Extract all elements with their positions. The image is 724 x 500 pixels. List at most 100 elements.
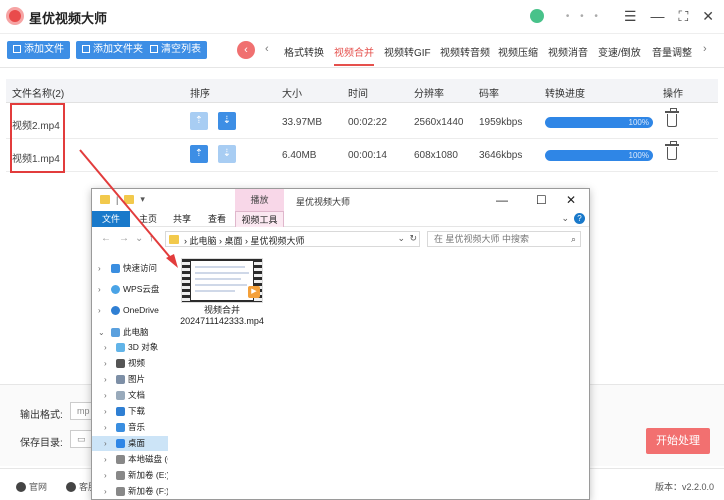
nav-item-onedrive[interactable]: › OneDrive bbox=[92, 303, 168, 318]
nav-item-pictures[interactable]: › 图片 bbox=[92, 372, 168, 387]
row-duration: 00:00:14 bbox=[348, 150, 387, 161]
feature-scroll-left-icon[interactable]: ‹ bbox=[265, 43, 269, 55]
header-dots-icon: • • • bbox=[565, 10, 602, 22]
move-up-button[interactable]: ⇡ bbox=[190, 112, 208, 130]
header-duration: 时间 bbox=[348, 89, 368, 100]
refresh-icon[interactable]: ↻ bbox=[409, 233, 417, 244]
nav-item-quick-access[interactable]: › 快速访问 bbox=[92, 261, 168, 276]
tab-video-mute[interactable]: 视频消音 bbox=[548, 44, 588, 59]
explorer-ribbon: 文件 主页 共享 查看 视频工具 ⌄ ? bbox=[92, 211, 589, 227]
tab-format-convert[interactable]: 格式转换 bbox=[284, 44, 324, 59]
menu-icon[interactable]: ☰ bbox=[624, 8, 637, 25]
feature-scroll-right-icon[interactable]: › bbox=[703, 43, 707, 55]
move-down-button[interactable]: ⇣ bbox=[218, 145, 236, 163]
breadcrumb-desktop[interactable]: 桌面 bbox=[225, 236, 243, 246]
nav-item-music[interactable]: › 音乐 bbox=[92, 420, 168, 435]
close-button[interactable]: ✕ bbox=[702, 8, 714, 25]
star-icon bbox=[111, 264, 120, 273]
search-input[interactable]: 在 星优视频大师 中搜索 ⌕ bbox=[427, 231, 581, 247]
clear-list-button[interactable]: 清空列表 bbox=[144, 41, 207, 59]
nav-item-3d-objects[interactable]: › 3D 对象 bbox=[92, 340, 168, 355]
computer-icon bbox=[111, 328, 120, 337]
ribbon-tab-home[interactable]: 主页 bbox=[136, 211, 160, 227]
delete-icon[interactable] bbox=[665, 108, 679, 127]
address-dropdown-icon[interactable]: ⌄ bbox=[397, 233, 405, 244]
website-link[interactable]: 官网 bbox=[16, 480, 47, 493]
explorer-maximize-button[interactable]: ☐ bbox=[536, 193, 547, 207]
table-row[interactable]: 视频2.mp4 ⇡ ⇣ 33.97MB 00:02:22 2560x1440 1… bbox=[6, 106, 718, 139]
quick-access-dropdown-icon[interactable]: ▾ bbox=[140, 194, 145, 205]
nav-item-downloads[interactable]: › 下载 bbox=[92, 404, 168, 419]
header-progress: 转换进度 bbox=[545, 89, 585, 100]
ribbon-tab-view[interactable]: 查看 bbox=[205, 211, 229, 227]
header-resolution: 分辨率 bbox=[414, 89, 444, 100]
toolbar: 添加文件 添加文件夹 清空列表 ‹ ‹ 格式转换 视频合并 视频转GIF 视频转… bbox=[0, 34, 724, 68]
tab-video-to-gif[interactable]: 视频转GIF bbox=[384, 44, 431, 59]
row-duration: 00:02:22 bbox=[348, 117, 387, 128]
nav-item-documents[interactable]: › 文档 bbox=[92, 388, 168, 403]
move-down-button[interactable]: ⇣ bbox=[218, 112, 236, 130]
tab-video-merge[interactable]: 视频合并 bbox=[334, 44, 374, 59]
download-icon bbox=[116, 407, 125, 416]
ribbon-tab-video-tools[interactable]: 视频工具 bbox=[235, 211, 284, 227]
header-actions: 操作 bbox=[663, 89, 683, 100]
breadcrumb: › 此电脑 › 桌面 › 星优视频大师 bbox=[184, 236, 305, 246]
add-file-button[interactable]: 添加文件 bbox=[7, 41, 70, 59]
back-icon[interactable]: ← bbox=[101, 233, 111, 244]
new-folder-icon[interactable] bbox=[124, 195, 135, 204]
explorer-close-button[interactable]: ✕ bbox=[566, 193, 576, 207]
help-icon[interactable]: ? bbox=[574, 213, 585, 224]
tab-speed-reverse[interactable]: 变速/倒放 bbox=[598, 44, 641, 59]
support-icon bbox=[66, 482, 76, 492]
user-avatar-icon[interactable] bbox=[529, 9, 544, 23]
add-folder-icon bbox=[82, 45, 90, 53]
ribbon-expand-icon[interactable]: ⌄ bbox=[561, 213, 569, 224]
nav-item-this-pc[interactable]: ⌄ 此电脑 bbox=[92, 325, 168, 340]
output-format-label: 输出格式: bbox=[20, 410, 63, 421]
quick-access-folder-icon[interactable] bbox=[100, 195, 110, 204]
breadcrumb-folder[interactable]: 星优视频大师 bbox=[251, 236, 305, 246]
forward-icon[interactable]: → bbox=[119, 233, 129, 244]
play-context-tab[interactable]: 播放 bbox=[235, 189, 284, 211]
tab-video-compress[interactable]: 视频压缩 bbox=[498, 44, 538, 59]
history-dropdown-icon[interactable]: ⌄ bbox=[135, 233, 143, 244]
move-up-button[interactable]: ⇡ bbox=[190, 145, 208, 163]
search-icon: ⌕ bbox=[570, 234, 576, 244]
music-icon bbox=[116, 423, 125, 432]
clear-list-icon bbox=[150, 45, 158, 53]
ribbon-tab-file[interactable]: 文件 bbox=[92, 211, 130, 227]
row-resolution: 2560x1440 bbox=[414, 117, 464, 128]
row-progress-bar: 100% bbox=[545, 117, 653, 128]
nav-item-local-disk-c[interactable]: ›本地磁盘 (C bbox=[92, 452, 168, 467]
minimize-button[interactable]: — bbox=[650, 8, 664, 24]
explorer-minimize-button[interactable]: — bbox=[496, 193, 508, 207]
tab-volume-adjust[interactable]: 音量调整 bbox=[652, 44, 692, 59]
ribbon-tab-share[interactable]: 共享 bbox=[170, 211, 194, 227]
file-explorer-window[interactable]: | ▾ 播放 星优视频大师 — ☐ ✕ 文件 主页 共享 查看 视频工具 ⌄ ?… bbox=[91, 188, 590, 500]
app-window: 星优视频大师 • • • ☰ — ⛶ ✕ 添加文件 添加文件夹 清空列表 ‹ ‹… bbox=[0, 0, 724, 500]
breadcrumb-this-pc[interactable]: 此电脑 bbox=[190, 236, 217, 246]
delete-icon[interactable] bbox=[665, 141, 679, 160]
folder-icon: ▭ bbox=[77, 434, 86, 444]
explorer-title: 星优视频大师 bbox=[296, 197, 351, 207]
header-size: 大小 bbox=[282, 89, 302, 100]
nav-item-wps-cloud[interactable]: › WPS云盘 bbox=[92, 282, 168, 297]
nav-item-volume-e[interactable]: › 新加卷 (E:) bbox=[92, 468, 168, 483]
start-process-button[interactable]: 开始处理 bbox=[646, 428, 710, 454]
nav-item-desktop[interactable]: › 桌面 bbox=[92, 436, 168, 451]
row-bitrate: 1959kbps bbox=[479, 117, 523, 128]
address-bar[interactable]: › 此电脑 › 桌面 › 星优视频大师 ⌄ ↻ bbox=[165, 231, 420, 247]
up-folder-icon[interactable]: ↑ bbox=[149, 233, 154, 244]
feature-prev-button[interactable]: ‹ bbox=[237, 41, 255, 59]
onedrive-icon bbox=[111, 306, 120, 315]
table-row[interactable]: 视频1.mp4 ⇡ ⇣ 6.40MB 00:00:14 608x1080 364… bbox=[6, 139, 718, 172]
add-folder-button[interactable]: 添加文件夹 bbox=[76, 41, 149, 59]
maximize-button[interactable]: ⛶ bbox=[678, 8, 688, 25]
tab-video-to-audio[interactable]: 视频转音频 bbox=[440, 44, 490, 59]
progress-percent: 100% bbox=[628, 118, 649, 127]
nav-item-volume-f[interactable]: › 新加卷 (F:) bbox=[92, 484, 168, 499]
drive-icon bbox=[116, 455, 125, 464]
file-name-label[interactable]: 视频合并 2024711142333.mp4 bbox=[172, 305, 272, 327]
add-file-icon bbox=[13, 45, 21, 53]
nav-item-videos[interactable]: › 视频 bbox=[92, 356, 168, 371]
